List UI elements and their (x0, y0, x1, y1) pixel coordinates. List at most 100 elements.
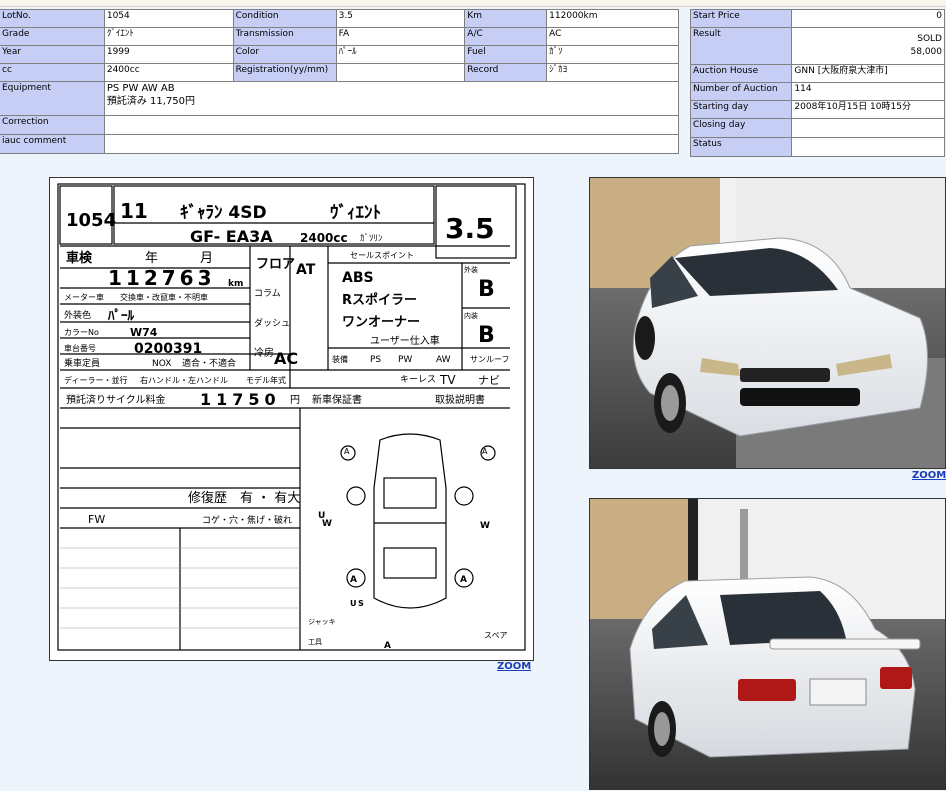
vehicle-info-table: LotNo. 1054 Condition 3.5 Km 112000km Gr… (0, 9, 680, 154)
status-value (791, 137, 945, 157)
sheet-pw-label: PW (398, 355, 412, 365)
sheet-tools-label: 工具 (308, 638, 322, 646)
sheet-tv-label: TV (439, 373, 456, 387)
sheet-recycle-hand: 11750 (200, 390, 281, 409)
cc-value: 2400cc (103, 63, 234, 82)
sheet-year-hand: 11 (120, 199, 148, 223)
sheet-meter-label: メーター車 (64, 292, 104, 302)
auction-house-value: GNN [大阪府泉大津市] (791, 64, 945, 83)
year-value: 1999 (103, 45, 234, 64)
sheet-handle-label: ディーラー・並行 (64, 375, 127, 385)
sheet-fw-label: FW (88, 513, 105, 526)
sheet-recycle-label: 預託済りサイクル料金 (66, 393, 166, 406)
sheet-diagram-mark: A (344, 447, 350, 456)
record-label: Record (464, 63, 548, 82)
sheet-spare-label: スペア (484, 631, 507, 640)
record-value: ｼﾞｶﾖ (546, 63, 679, 82)
sheet-exterior-grade: B (478, 277, 495, 302)
sheet-repair-options: 有 ・ 有大 (240, 491, 300, 506)
sheet-diagram-mark: A (350, 575, 357, 585)
sheet-warranty-label: 新車保証書 (312, 393, 362, 406)
equipment-value: PS PW AW AB 預託済み 11,750円 (103, 81, 680, 116)
sheet-sales-point-1: ABS (342, 270, 374, 286)
sheet-at-label: AT (296, 262, 316, 278)
start-price-label: Start Price (689, 9, 793, 28)
sheet-cooling-label: 冷房 (254, 346, 274, 359)
sheet-sales-point-label: セールスポイント (350, 251, 414, 260)
sheet-score-hand: 3.5 (445, 212, 495, 245)
sheet-handle-options: 右ハンドル・左ハンドル (140, 375, 228, 385)
table-row: Starting day 2008年10月15日 10時15分 (689, 100, 945, 119)
sheet-keyless-label: キーレス (400, 375, 436, 385)
sheet-dash-label: ダッシュ (254, 317, 290, 329)
sheet-diagram-mark: A (460, 575, 467, 585)
sheet-nox-options: 適合・不適合 (182, 357, 236, 369)
equipment-line-1: PS PW AW AB (106, 83, 175, 94)
sheet-lot: 1054 (66, 210, 116, 231)
auction-sheet-image[interactable]: 1054 11 ｷﾞｬﾗﾝ 4SD ｳﾞｨｴﾝﾄ 3.5 GF- EA3A 24… (49, 177, 534, 661)
car-photo-rear-drawing (590, 499, 945, 789)
auction-number-value: 114 (791, 82, 945, 101)
table-row: cc 2400cc Registration(yy/mm) Record ｼﾞｶ… (0, 63, 679, 82)
year-label: Year (0, 45, 105, 64)
table-row: Status (689, 137, 945, 157)
sheet-diagram-mark: U (350, 599, 357, 608)
zoom-sheet-link[interactable]: ZOOM (497, 661, 531, 672)
car-photo-rear[interactable] (589, 498, 946, 790)
sheet-equip-label: 装備 (332, 354, 348, 364)
table-row: Equipment PS PW AW AB 預託済み 11,750円 (0, 81, 680, 116)
sheet-jack-label: ジャッキ (308, 618, 336, 626)
cc-label: cc (0, 63, 105, 82)
sheet-cc-hand: 2400cc (300, 231, 348, 245)
sheet-aw-label: AW (436, 355, 451, 365)
ac-label: A/C (464, 27, 548, 46)
sheet-floor-label: フロア (256, 257, 295, 272)
sheet-odometer-unit: km (228, 279, 243, 289)
lot-value: 1054 (103, 9, 234, 28)
sheet-grade-hand: ｳﾞｨｴﾝﾄ (330, 202, 381, 223)
table-row: iauc comment (0, 134, 680, 154)
registration-value (335, 63, 466, 82)
correction-label: Correction (0, 115, 105, 135)
sheet-sunroof-label: サンルーフ (470, 355, 510, 364)
condition-label: Condition (232, 9, 337, 28)
sheet-month-label: 月 (200, 251, 213, 266)
grade-value: ｸﾞｲｴﾝﾄ (103, 27, 234, 46)
result-status: SOLD (917, 34, 942, 44)
sheet-model-year-label: モデル年式 (246, 375, 286, 385)
table-row: Correction (0, 115, 680, 135)
sheet-sales-point-3: ワンオーナー (342, 315, 420, 330)
color-value: ﾊﾟｰﾙ (335, 45, 466, 64)
sheet-damage-options: コゲ・穴・焦げ・破れ (202, 514, 292, 526)
fuel-value: ｶﾞｿ (546, 45, 679, 64)
sheet-color-label: 外装色 (64, 309, 91, 321)
condition-value: 3.5 (335, 9, 466, 28)
car-photo-front[interactable] (589, 177, 946, 469)
zoom-photo-link[interactable]: ZOOM (912, 470, 946, 481)
sheet-ac-label: AC (274, 349, 298, 368)
sheet-manual-label: 取扱説明書 (435, 393, 485, 406)
sheet-capacity-label: 乗車定員 (64, 357, 100, 369)
sheet-nox-label: NOX (152, 359, 171, 369)
auction-house-label: Auction House (689, 64, 793, 83)
sheet-meter-options: 交換車・改竄車・不明車 (120, 292, 208, 302)
status-label: Status (689, 137, 793, 157)
iauc-comment-value (103, 134, 680, 154)
sheet-sales-point-2: Rスポイラー (342, 292, 417, 308)
sheet-recycle-unit: 円 (290, 395, 300, 406)
equipment-line-2: 預託済み 11,750円 (106, 96, 196, 107)
sheet-diagram-mark: S (358, 599, 364, 608)
sheet-frame-no-hand: 0200391 (134, 341, 202, 357)
table-row: Result SOLD 58,000 (689, 27, 945, 65)
km-label: Km (464, 9, 548, 28)
sheet-diagram-mark: W (322, 519, 332, 529)
table-row: Start Price 0 (689, 9, 945, 28)
sheet-color-no-hand: W74 (130, 326, 158, 339)
starting-day-label: Starting day (689, 100, 793, 119)
closing-day-value (791, 118, 945, 138)
fuel-label: Fuel (464, 45, 548, 64)
top-strip (0, 0, 946, 7)
sheet-chassis-hand: GF- EA3A (190, 227, 273, 246)
starting-day-value: 2008年10月15日 10時15分 (791, 100, 945, 119)
sheet-color-no-label: カラーNo (64, 328, 99, 337)
